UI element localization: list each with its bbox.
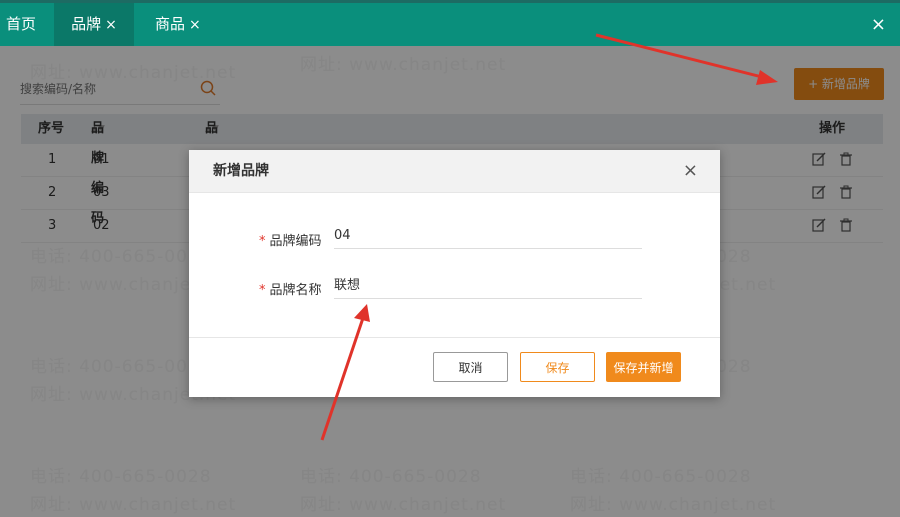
arrow-to-name-field [320, 304, 370, 441]
annotation-arrows [320, 33, 778, 441]
arrow-to-add-button [595, 33, 778, 85]
